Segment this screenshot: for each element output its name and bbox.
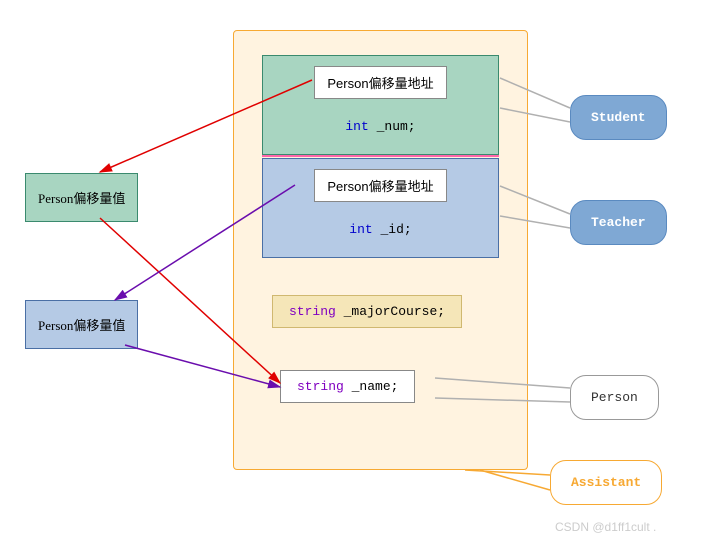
- teacher-field: int _id;: [271, 222, 490, 237]
- callout-person: Person: [570, 375, 659, 420]
- teacher-box: Person偏移量地址 int _id;: [262, 158, 499, 258]
- tail-assistant-1: [465, 470, 550, 475]
- teacher-ptr-label: Person偏移量地址: [327, 179, 433, 194]
- tail-assistant-2: [480, 470, 550, 490]
- student-ptr-label: Person偏移量地址: [327, 76, 433, 91]
- major-course-semi: ;: [437, 304, 445, 319]
- offset-blue-label: Person偏移量值: [38, 318, 125, 333]
- student-field-type: int: [345, 119, 368, 134]
- callout-assistant: Assistant: [550, 460, 662, 505]
- watermark: CSDN @d1ff1cult .: [555, 520, 656, 534]
- offset-green-label: Person偏移量值: [38, 191, 125, 206]
- person-name-box: string _name;: [280, 370, 415, 403]
- major-course-box: string _majorCourse;: [272, 295, 462, 328]
- student-box: Person偏移量地址 int _num;: [262, 55, 499, 155]
- major-course-name: _majorCourse: [344, 304, 438, 319]
- person-name-name: _name;: [352, 379, 399, 394]
- teacher-ptr-box: Person偏移量地址: [314, 169, 446, 202]
- student-field: int _num;: [271, 119, 490, 134]
- major-course-type: string: [289, 304, 336, 319]
- callout-person-label: Person: [591, 390, 638, 405]
- offset-blue-box: Person偏移量值: [25, 300, 138, 349]
- student-field-name: _num;: [377, 119, 416, 134]
- callout-student: Student: [570, 95, 667, 140]
- callout-teacher: Teacher: [570, 200, 667, 245]
- teacher-field-type: int: [349, 222, 372, 237]
- person-name-type: string: [297, 379, 344, 394]
- student-ptr-box: Person偏移量地址: [314, 66, 446, 99]
- teacher-field-name: _id;: [381, 222, 412, 237]
- callout-teacher-label: Teacher: [591, 215, 646, 230]
- callout-assistant-label: Assistant: [571, 475, 641, 490]
- callout-student-label: Student: [591, 110, 646, 125]
- offset-green-box: Person偏移量值: [25, 173, 138, 222]
